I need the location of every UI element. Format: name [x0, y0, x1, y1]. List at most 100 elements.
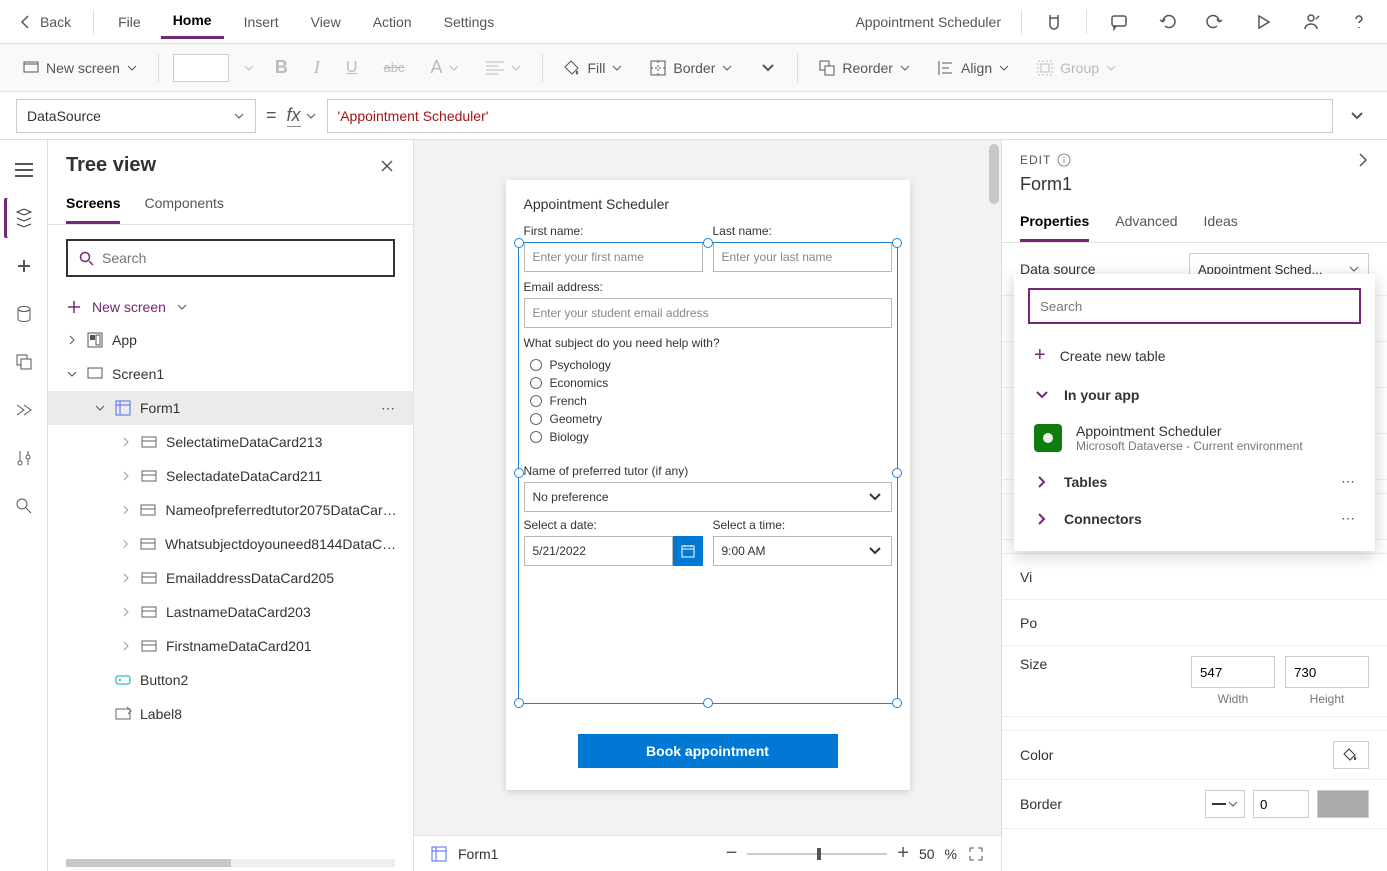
create-new-table-button[interactable]: + Create new table: [1028, 334, 1361, 377]
tab-advanced[interactable]: Advanced: [1115, 205, 1177, 242]
chevron-right-icon[interactable]: [120, 572, 132, 584]
more-icon[interactable]: ⋯: [373, 400, 403, 417]
more-icon[interactable]: ⋯: [1341, 510, 1355, 527]
canvas-viewport[interactable]: Appointment Scheduler First name: Enter …: [414, 140, 1001, 835]
text-align-button[interactable]: [480, 57, 528, 79]
chevron-right-icon[interactable]: [120, 436, 132, 448]
app-checker-icon[interactable]: [1034, 6, 1074, 38]
more-icon[interactable]: ⋯: [1341, 473, 1355, 490]
menu-settings[interactable]: Settings: [432, 6, 507, 38]
connectors-section[interactable]: Connectors ⋯: [1028, 500, 1361, 537]
chevron-right-icon[interactable]: [1357, 152, 1369, 168]
menu-home[interactable]: Home: [161, 4, 224, 39]
canvas-vertical-scrollbar[interactable]: [987, 140, 1001, 835]
chevron-button[interactable]: [753, 55, 783, 81]
tab-components[interactable]: Components: [144, 189, 223, 224]
fit-to-screen-icon[interactable]: [967, 845, 985, 863]
tutor-dropdown[interactable]: No preference: [524, 482, 892, 512]
tree-item-whatsubjectdoyouneed8144datacard207[interactable]: Whatsubjectdoyouneed8144DataCard207: [48, 527, 413, 561]
date-input[interactable]: 5/21/2022: [524, 536, 673, 566]
ds-appointment-scheduler[interactable]: Appointment Scheduler Microsoft Datavers…: [1028, 413, 1361, 463]
radio-french[interactable]: French: [530, 392, 892, 410]
tree-item-label8[interactable]: Label8: [48, 697, 413, 731]
tree-search[interactable]: [66, 239, 395, 277]
tab-screens[interactable]: Screens: [66, 189, 120, 224]
new-screen-button[interactable]: New screen: [16, 55, 144, 81]
group-button[interactable]: Group: [1030, 55, 1123, 81]
first-name-input[interactable]: Enter your first name: [524, 242, 703, 272]
align-button[interactable]: Align: [931, 55, 1016, 81]
power-automate-icon[interactable]: [4, 390, 44, 430]
tree-item-selectadatedatacard211[interactable]: SelectadateDataCard211: [48, 459, 413, 493]
font-size-chevron-icon[interactable]: [243, 62, 255, 74]
search-icon[interactable]: [4, 486, 44, 526]
height-input[interactable]: [1285, 656, 1369, 688]
fx-button[interactable]: fx: [287, 105, 317, 127]
chevron-right-icon[interactable]: [120, 470, 132, 482]
help-icon[interactable]: [1339, 6, 1379, 38]
color-picker[interactable]: [1333, 741, 1369, 769]
tree-item-lastnamedatacard203[interactable]: LastnameDataCard203: [48, 595, 413, 629]
zoom-in-icon[interactable]: +: [897, 842, 909, 865]
radio-biology[interactable]: Biology: [530, 428, 892, 446]
ds-search-input[interactable]: [1028, 288, 1361, 324]
chevron-right-icon[interactable]: [120, 640, 132, 652]
font-size-input[interactable]: [173, 54, 229, 82]
radio-economics[interactable]: Economics: [530, 374, 892, 392]
tab-ideas[interactable]: Ideas: [1204, 205, 1238, 242]
italic-button[interactable]: I: [308, 53, 326, 82]
share-icon[interactable]: [1291, 6, 1331, 38]
radio-geometry[interactable]: Geometry: [530, 410, 892, 428]
insert-icon[interactable]: [4, 246, 44, 286]
property-selector[interactable]: DataSource: [16, 99, 256, 133]
chevron-right-icon[interactable]: [120, 538, 131, 550]
email-input[interactable]: Enter your student email address: [524, 298, 892, 328]
formula-input[interactable]: 'Appointment Scheduler': [327, 99, 1333, 133]
strikethrough-button[interactable]: abc: [377, 56, 410, 79]
last-name-input[interactable]: Enter your last name: [713, 242, 892, 272]
tree-item-firstnamedatacard201[interactable]: FirstnameDataCard201: [48, 629, 413, 663]
play-icon[interactable]: [1243, 6, 1283, 38]
menu-action[interactable]: Action: [361, 6, 424, 38]
comments-icon[interactable]: [1099, 6, 1139, 38]
undo-icon[interactable]: [1147, 6, 1187, 38]
chevron-right-icon[interactable]: [66, 334, 78, 346]
border-color-picker[interactable]: [1317, 790, 1369, 818]
redo-icon[interactable]: [1195, 6, 1235, 38]
menu-insert[interactable]: Insert: [232, 6, 291, 38]
chevron-down-icon[interactable]: [66, 368, 78, 380]
zoom-out-icon[interactable]: −: [726, 842, 738, 865]
new-screen-button[interactable]: New screen: [48, 291, 413, 323]
menu-file[interactable]: File: [106, 6, 153, 38]
back-button[interactable]: Back: [8, 8, 81, 36]
border-width-input[interactable]: [1253, 790, 1309, 818]
tree-item-form1[interactable]: Form1⋯: [48, 391, 413, 425]
reorder-button[interactable]: Reorder: [812, 55, 917, 81]
tree-item-emailaddressdatacard205[interactable]: EmailaddressDataCard205: [48, 561, 413, 595]
tables-section[interactable]: Tables ⋯: [1028, 463, 1361, 500]
app-preview[interactable]: Appointment Scheduler First name: Enter …: [506, 180, 910, 790]
radio-psychology[interactable]: Psychology: [530, 356, 892, 374]
tree-item-button2[interactable]: Button2: [48, 663, 413, 697]
chevron-down-icon[interactable]: [94, 402, 106, 414]
fill-button[interactable]: Fill: [557, 55, 629, 81]
tree-item-app[interactable]: App: [48, 323, 413, 357]
info-icon[interactable]: [1057, 153, 1071, 167]
in-your-app-section[interactable]: In your app: [1028, 377, 1361, 413]
bold-button[interactable]: B: [269, 53, 294, 82]
data-icon[interactable]: [4, 294, 44, 334]
zoom-slider[interactable]: [747, 853, 887, 855]
width-input[interactable]: [1191, 656, 1275, 688]
hamburger-icon[interactable]: [4, 150, 44, 190]
tree-item-screen1[interactable]: Screen1: [48, 357, 413, 391]
chevron-right-icon[interactable]: [120, 606, 132, 618]
underline-button[interactable]: U: [340, 55, 364, 81]
border-style-dropdown[interactable]: [1205, 790, 1245, 818]
calendar-icon[interactable]: [673, 536, 703, 566]
tools-icon[interactable]: [4, 438, 44, 478]
time-dropdown[interactable]: 9:00 AM: [713, 536, 892, 566]
menu-view[interactable]: View: [299, 6, 353, 38]
border-button[interactable]: Border: [643, 55, 739, 81]
expand-formula-icon[interactable]: [1343, 108, 1371, 124]
font-color-button[interactable]: A: [424, 53, 466, 82]
